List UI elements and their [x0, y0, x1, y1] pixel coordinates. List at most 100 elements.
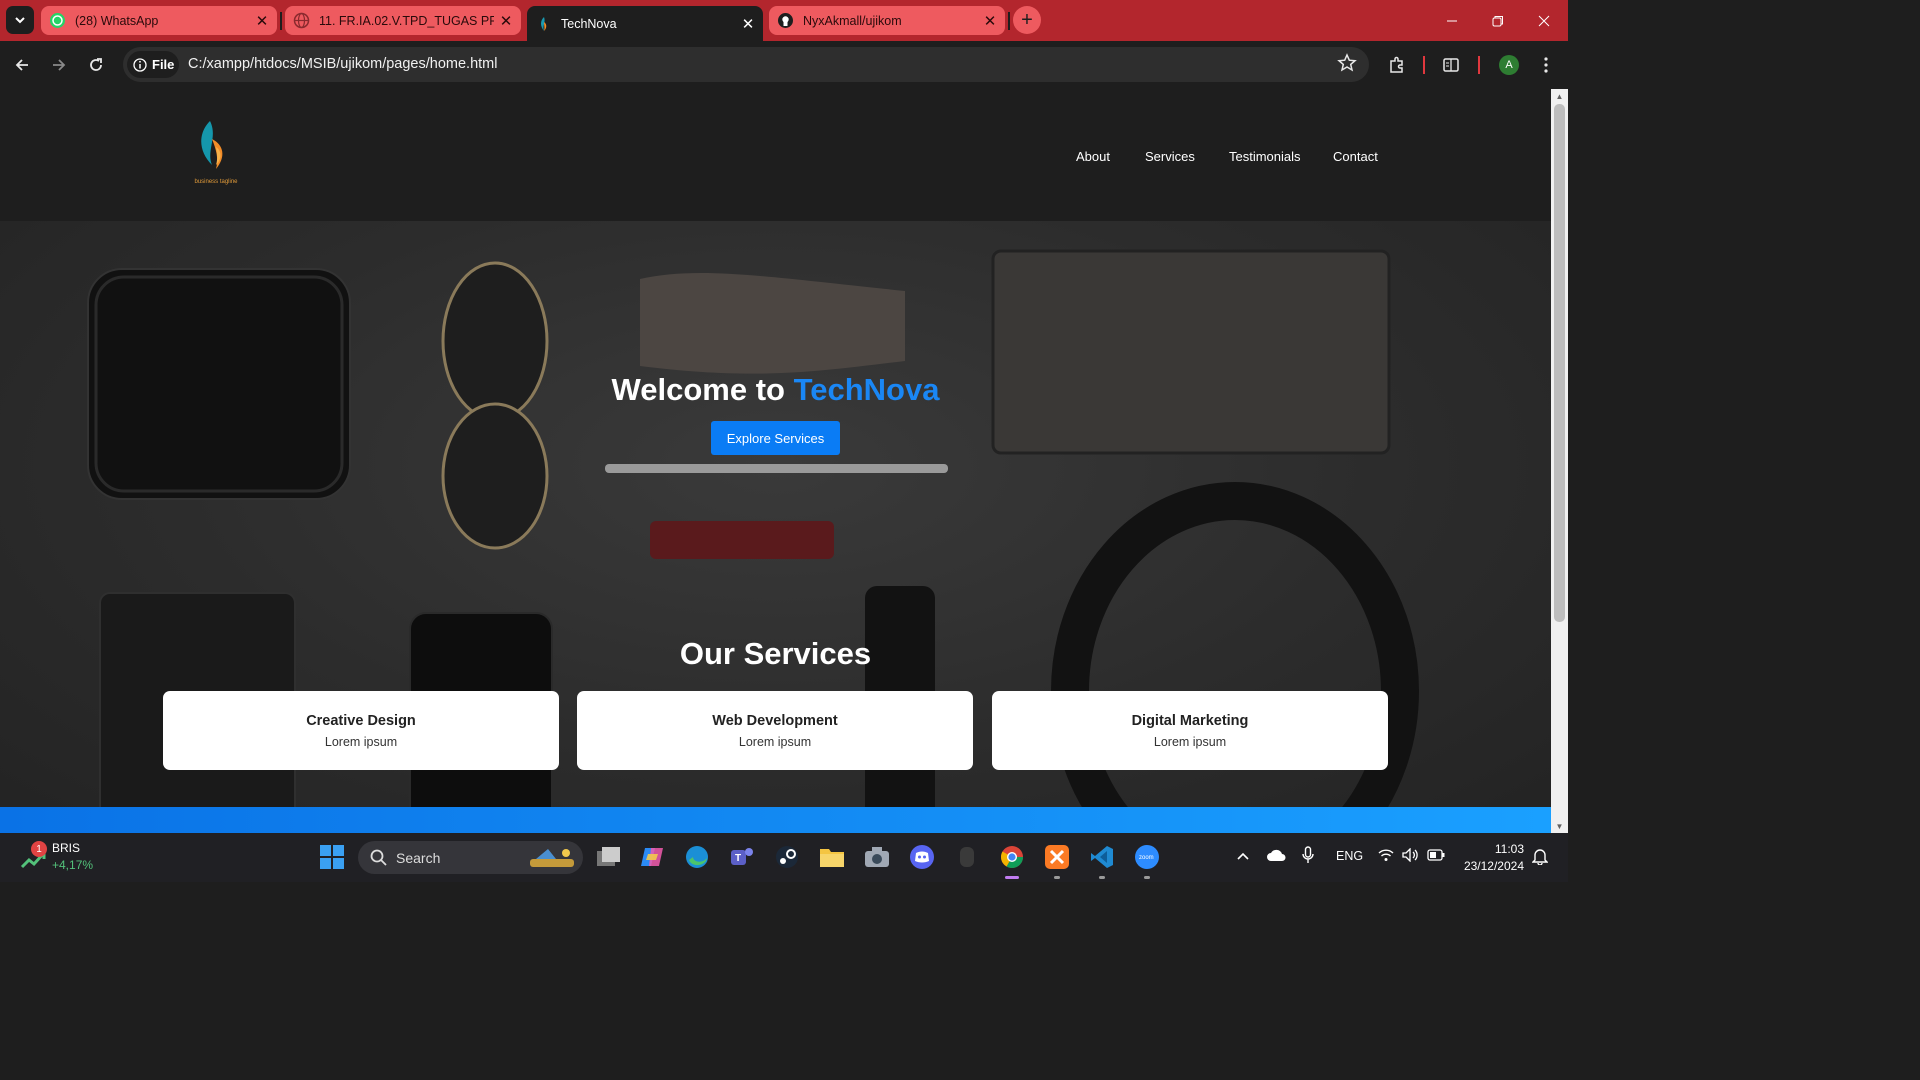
- wifi-icon[interactable]: [1378, 848, 1394, 865]
- explore-services-button[interactable]: Explore Services: [711, 421, 840, 455]
- info-icon: [133, 57, 147, 72]
- arrow-right-icon: [53, 59, 66, 71]
- volume-icon[interactable]: [1402, 847, 1420, 865]
- page-viewport: business tagline About Services Testimon…: [0, 89, 1551, 833]
- teams-icon[interactable]: T: [728, 843, 756, 871]
- copilot-icon[interactable]: [638, 843, 666, 871]
- arrow-left-icon: [15, 59, 28, 71]
- camera-icon[interactable]: [863, 843, 891, 871]
- service-card-digital-marketing[interactable]: Digital Marketing Lorem ipsum: [992, 691, 1388, 770]
- tab-title: (28) WhatsApp: [75, 13, 159, 28]
- tab-tugas-praktik[interactable]: 11. FR.IA.02.V.TPD_TUGAS PRAKTIK ✕: [285, 6, 521, 35]
- service-card-web-development[interactable]: Web Development Lorem ipsum: [577, 691, 973, 770]
- notification-bell-icon[interactable]: [1531, 847, 1549, 868]
- service-card-description: Lorem ipsum: [1153, 735, 1227, 749]
- toolbar-divider: [1423, 56, 1425, 74]
- site-info-chip[interactable]: File: [127, 51, 179, 78]
- service-card-creative-design[interactable]: Creative Design Lorem ipsum: [163, 691, 559, 770]
- tab-separator: [1008, 12, 1010, 30]
- steam-icon[interactable]: [773, 843, 801, 871]
- file-explorer-icon[interactable]: [594, 843, 622, 871]
- page-scrollbar[interactable]: ▲ ▼: [1551, 89, 1568, 833]
- chrome-icon[interactable]: [998, 843, 1026, 871]
- github-icon: [777, 12, 794, 29]
- search-icon: [370, 849, 387, 866]
- reload-button[interactable]: [80, 49, 112, 81]
- vscode-icon[interactable]: [1088, 843, 1116, 871]
- clock-date: 23/12/2024: [1463, 859, 1524, 873]
- scrollbar-thumb[interactable]: [1554, 104, 1565, 622]
- running-app-indicator: [1144, 876, 1150, 879]
- close-icon: [1538, 15, 1550, 26]
- microphone-icon[interactable]: [1302, 846, 1314, 867]
- tab-title: 11. FR.IA.02.V.TPD_TUGAS PRAKTIK: [319, 13, 494, 28]
- sidebar-icon: [1443, 58, 1459, 72]
- tab-title: TechNova: [561, 16, 617, 31]
- stock-name: BRIS: [52, 841, 81, 855]
- zoom-icon[interactable]: zoom: [1133, 843, 1161, 871]
- restore-button[interactable]: [1475, 0, 1521, 41]
- close-icon[interactable]: ✕: [250, 9, 274, 33]
- svg-text:T: T: [735, 853, 741, 864]
- tab-search-button[interactable]: [6, 6, 34, 34]
- back-button[interactable]: [6, 49, 38, 81]
- edge-icon[interactable]: [683, 843, 711, 871]
- input-language-indicator[interactable]: ENG: [1336, 849, 1363, 863]
- close-icon[interactable]: ✕: [736, 12, 760, 36]
- toolbar-divider: [1478, 56, 1480, 74]
- nav-link-services[interactable]: Services: [1145, 149, 1195, 164]
- services-heading: Our Services: [679, 636, 872, 671]
- nav-link-about[interactable]: About: [1076, 149, 1110, 164]
- close-window-button[interactable]: [1521, 0, 1567, 41]
- search-label: Search: [396, 850, 441, 866]
- search-highlight-icon: [530, 849, 574, 867]
- site-header: business tagline About Services Testimon…: [0, 89, 1551, 221]
- url-text[interactable]: C:/xampp/htdocs/MSIB/ujikom/pages/home.h…: [188, 56, 497, 72]
- scroll-up-arrow-icon[interactable]: ▲: [1551, 89, 1568, 103]
- section-divider-band: [0, 807, 1551, 833]
- hero-title-brand: TechNova: [793, 372, 940, 407]
- reload-icon: [90, 58, 102, 71]
- show-hidden-icons-chevron-up-icon[interactable]: [1236, 850, 1250, 864]
- onedrive-cloud-icon[interactable]: [1266, 848, 1286, 865]
- notification-badge: 1: [31, 841, 47, 857]
- service-card-description: Lorem ipsum: [738, 735, 812, 749]
- windows-taskbar: 1 BRIS +4,17% Search T zoom ENG 11:03 23…: [0, 833, 1568, 882]
- system-clock[interactable]: 11:03 23/12/2024: [1460, 841, 1524, 875]
- discord-icon[interactable]: [908, 843, 936, 871]
- address-bar[interactable]: File C:/xampp/htdocs/MSIB/ujikom/pages/h…: [123, 47, 1369, 82]
- browser-tab-strip: (28) WhatsApp ✕ 11. FR.IA.02.V.TPD_TUGAS…: [0, 0, 1568, 41]
- nav-link-testimonials[interactable]: Testimonials: [1229, 149, 1301, 164]
- extensions-button[interactable]: [1381, 49, 1413, 81]
- service-card-description: Lorem ipsum: [324, 735, 398, 749]
- tab-whatsapp[interactable]: (28) WhatsApp ✕: [41, 6, 277, 35]
- tab-technova[interactable]: TechNova ✕: [527, 6, 763, 41]
- stock-change: +4,17%: [52, 858, 94, 872]
- site-logo[interactable]: business tagline: [186, 117, 246, 189]
- profile-avatar[interactable]: A: [1499, 55, 1519, 75]
- xampp-icon[interactable]: [1043, 843, 1071, 871]
- folder-icon[interactable]: [818, 843, 846, 871]
- shield-icon[interactable]: [953, 843, 981, 871]
- more-vertical-icon: [1544, 57, 1548, 73]
- scroll-down-arrow-icon[interactable]: ▼: [1551, 819, 1568, 833]
- service-card-title: Web Development: [712, 713, 838, 729]
- close-icon[interactable]: ✕: [494, 9, 518, 33]
- new-tab-button[interactable]: +: [1013, 6, 1041, 34]
- browser-toolbar: File C:/xampp/htdocs/MSIB/ujikom/pages/h…: [0, 41, 1568, 89]
- tab-separator: [280, 12, 282, 30]
- whatsapp-icon: [49, 12, 66, 29]
- bookmark-star-icon[interactable]: [1337, 53, 1357, 78]
- nav-link-contact[interactable]: Contact: [1333, 149, 1378, 164]
- service-card-title: Digital Marketing: [1131, 713, 1249, 729]
- taskbar-search[interactable]: Search: [358, 841, 583, 874]
- browser-menu-button[interactable]: [1530, 49, 1562, 81]
- close-icon[interactable]: ✕: [978, 9, 1002, 33]
- forward-button[interactable]: [43, 49, 75, 81]
- chevron-down-icon: [15, 17, 25, 24]
- battery-icon[interactable]: [1427, 849, 1445, 864]
- reading-list-button[interactable]: [1435, 49, 1467, 81]
- minimize-button[interactable]: [1429, 0, 1475, 41]
- tab-github[interactable]: NyxAkmall/ujikom ✕: [769, 6, 1005, 35]
- windows-start-icon[interactable]: [318, 843, 346, 871]
